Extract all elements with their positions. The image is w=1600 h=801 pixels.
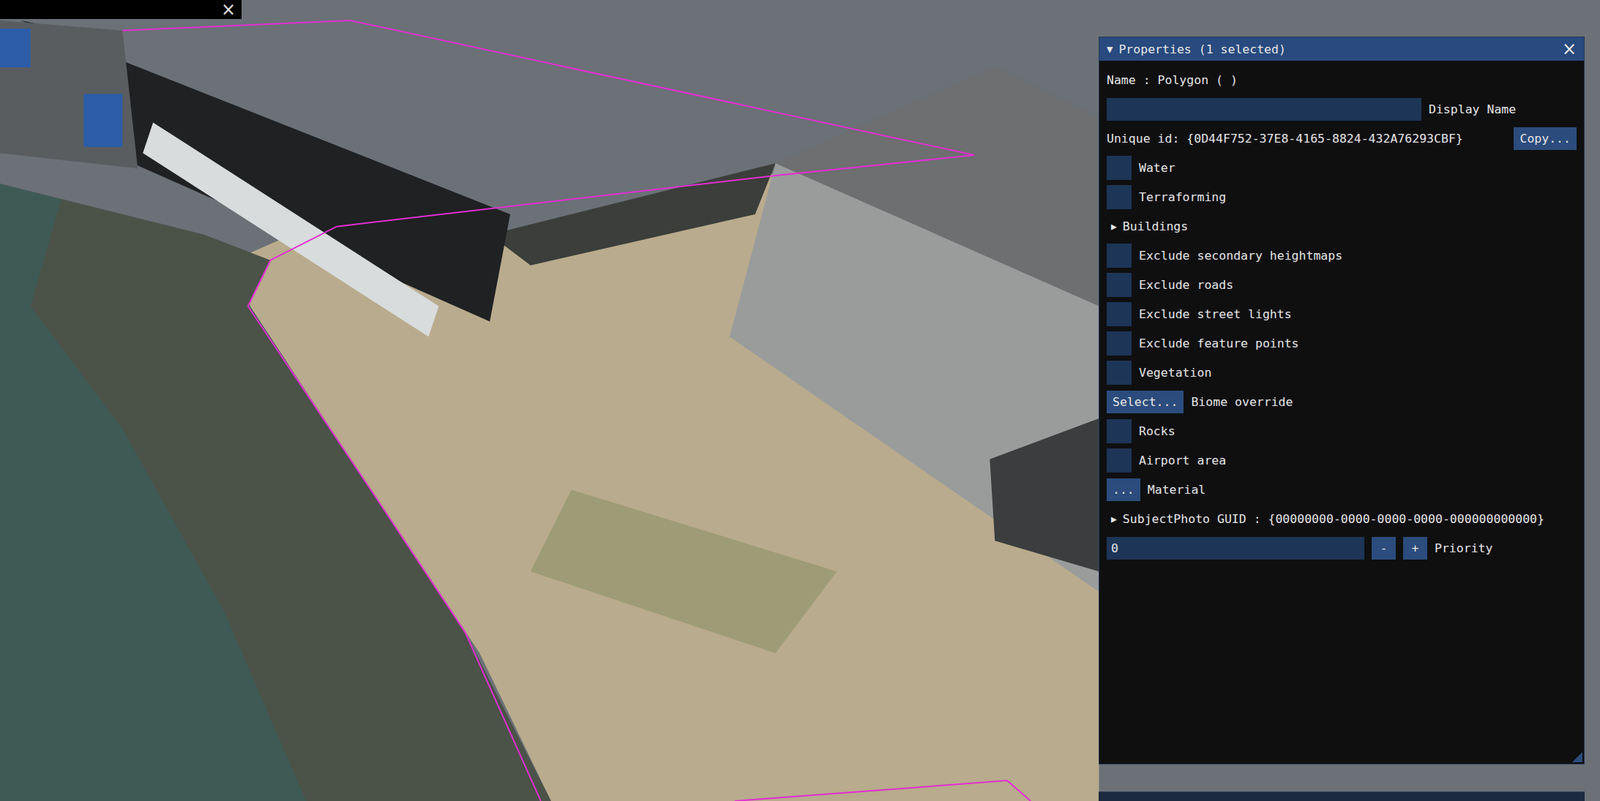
building-wall xyxy=(729,163,1100,593)
container xyxy=(0,28,31,68)
properties-panel: ▼ Properties (1 selected) × Name : Polygon… xyxy=(1098,36,1585,765)
resize-grip-icon[interactable] xyxy=(1572,752,1583,763)
polygon-outline[interactable] xyxy=(122,20,1031,801)
unique-id-row: Unique id: {0D44F752-37E8-4165-8824-432A… xyxy=(1106,123,1577,153)
checkbox-row[interactable]: Exclude secondary heightmaps xyxy=(1106,240,1577,271)
priority-input[interactable]: 0 xyxy=(1106,537,1365,560)
rocks-back xyxy=(489,163,776,265)
close-button[interactable]: × xyxy=(1561,40,1577,58)
priority-row: 0-+ Priority xyxy=(1106,533,1577,563)
checkbox[interactable] xyxy=(1106,448,1132,473)
display-name-row: Display Name xyxy=(1106,94,1577,124)
checkbox-row[interactable]: Exclude street lights xyxy=(1106,299,1577,329)
tool-bar: × xyxy=(0,0,242,20)
checkbox-row[interactable]: Terraforming xyxy=(1106,182,1577,212)
button-label: Biome override xyxy=(1190,395,1293,410)
checkbox-label: Rocks xyxy=(1138,424,1176,439)
checkbox[interactable] xyxy=(1106,273,1132,298)
building-door xyxy=(989,418,1099,572)
tree-label: SubjectPhoto GUID : {00000000-0000-0000-… xyxy=(1122,512,1545,527)
checkbox-row[interactable]: Exclude feature points xyxy=(1106,328,1577,358)
tree-node[interactable]: ▶ Buildings xyxy=(1106,211,1577,241)
checkbox[interactable] xyxy=(1106,419,1132,444)
decrement-button[interactable]: - xyxy=(1371,537,1396,560)
grass-strip xyxy=(530,490,837,654)
action-button[interactable]: ... xyxy=(1106,478,1141,502)
checkbox[interactable] xyxy=(1106,331,1132,356)
action-button[interactable]: Select... xyxy=(1106,390,1184,414)
priority-label: Priority xyxy=(1434,541,1493,556)
name-label: Name : Polygon ( ) xyxy=(1106,65,1577,95)
display-name-label: Display Name xyxy=(1428,102,1516,117)
button-row: ... Material xyxy=(1106,475,1577,505)
tree-node[interactable]: ▶ SubjectPhoto GUID : {00000000-0000-0000… xyxy=(1106,504,1577,534)
checkbox[interactable] xyxy=(1106,243,1132,268)
checkbox-row[interactable]: Vegetation xyxy=(1106,357,1577,388)
button-label: Material xyxy=(1147,483,1206,497)
copy-button[interactable]: Copy... xyxy=(1513,127,1577,151)
tree-label: Buildings xyxy=(1122,219,1188,234)
checkbox-label: Airport area xyxy=(1138,453,1226,468)
checkbox-label: Exclude secondary heightmaps xyxy=(1138,248,1343,263)
checkbox-label: Vegetation xyxy=(1138,365,1212,380)
increment-button[interactable]: + xyxy=(1403,537,1428,560)
objects-panel-header[interactable] xyxy=(1098,791,1585,801)
checkbox-row[interactable]: Exclude roads xyxy=(1106,270,1577,300)
checkbox-label: Exclude roads xyxy=(1138,278,1234,293)
checkbox[interactable] xyxy=(1106,185,1132,210)
checkbox-label: Exclude street lights xyxy=(1138,307,1292,322)
expand-icon[interactable]: ▶ xyxy=(1111,513,1117,525)
panel-header[interactable]: ▼ Properties (1 selected) × xyxy=(1099,37,1584,61)
pier-deck xyxy=(0,20,138,169)
checkbox[interactable] xyxy=(1106,302,1132,327)
checkbox[interactable] xyxy=(1106,360,1132,385)
checkbox-row[interactable]: Airport area xyxy=(1106,445,1577,476)
checkbox-row[interactable]: Water xyxy=(1106,152,1577,183)
checkbox[interactable] xyxy=(1106,155,1132,181)
collapse-icon[interactable]: ▼ xyxy=(1106,43,1113,55)
panel-title: ▼ Properties (1 selected) xyxy=(1106,42,1287,57)
water xyxy=(0,0,1600,801)
gangway xyxy=(142,122,439,337)
checkbox-label: Terraforming xyxy=(1138,190,1226,205)
expand-icon[interactable]: ▶ xyxy=(1111,221,1117,233)
panel-body: Name : Polygon ( ) Display Name Unique id:… xyxy=(1099,60,1584,568)
editor-page: × ▼ Properties (1 selected) × Name : Polygo… xyxy=(0,0,1600,801)
display-name-input[interactable] xyxy=(1106,98,1422,121)
close-button[interactable]: × xyxy=(221,0,236,19)
checkbox-label: Exclude feature points xyxy=(1138,336,1300,351)
unique-id: Unique id: {0D44F752-37E8-4165-8824-432A… xyxy=(1106,131,1464,146)
button-row: Select... Biome override xyxy=(1106,387,1577,417)
checkbox-row[interactable]: Rocks xyxy=(1106,416,1577,446)
checkbox-label: Water xyxy=(1138,161,1176,175)
container xyxy=(83,93,123,148)
